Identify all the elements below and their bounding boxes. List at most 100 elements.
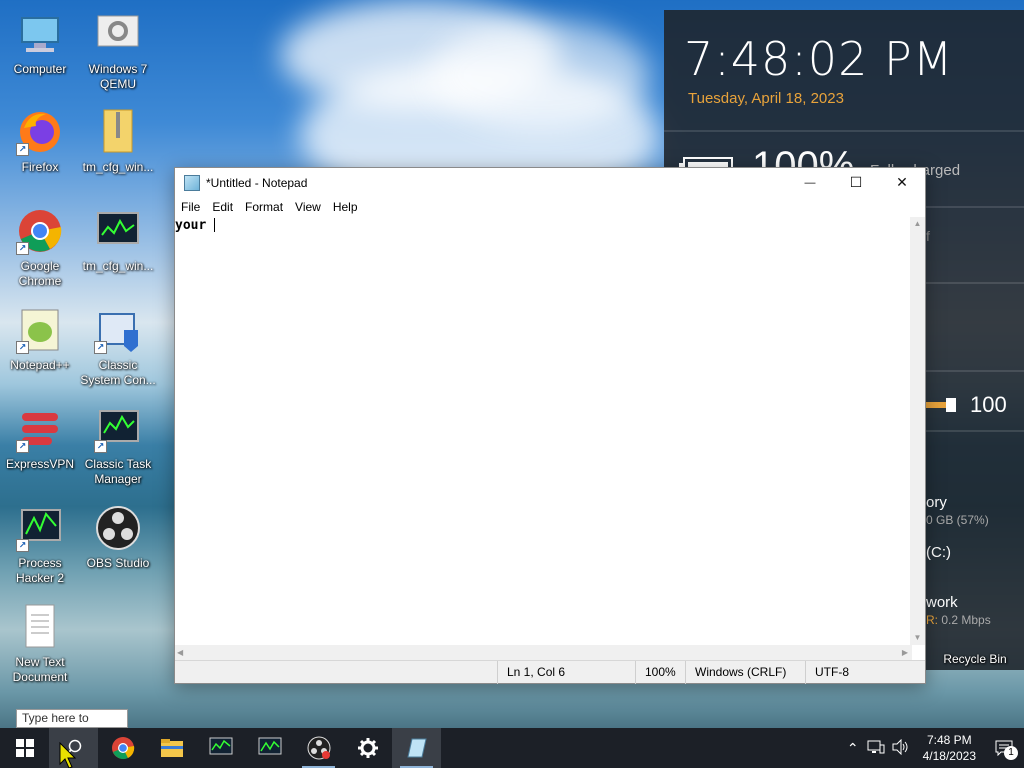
scroll-up-icon[interactable]: ▲ — [910, 217, 925, 231]
network-speed: 0.2 Mbps — [938, 613, 991, 627]
menu-help[interactable]: Help — [327, 200, 364, 214]
disk-title: (C:) — [926, 544, 951, 561]
folder-icon — [160, 739, 183, 757]
task-manager-icon — [209, 737, 232, 755]
text-document-icon — [16, 603, 64, 651]
start-button[interactable] — [0, 728, 49, 768]
obs-studio-icon — [94, 504, 142, 552]
network-detail: R: 0.2 Mbps — [926, 613, 991, 627]
desktop-icon-label: Firefox — [21, 160, 59, 174]
scroll-right-icon[interactable]: ▶ — [902, 645, 908, 660]
memory-detail: 0 GB (57%) — [926, 513, 989, 527]
desktop-icon-label: Computer — [13, 62, 67, 76]
network-prefix: R: — [926, 613, 938, 627]
window-title: *Untitled - Notepad — [206, 175, 308, 190]
memory-title: ory — [926, 494, 947, 511]
menu-format[interactable]: Format — [239, 200, 289, 214]
desktop-icon-label: Recycle Bin — [943, 652, 1007, 666]
zip-folder-icon — [94, 108, 142, 156]
desktop-icon-google-chrome[interactable]: ↗ Google Chrome — [0, 207, 80, 289]
status-bar: Ln 1, Col 6 100% Windows (CRLF) UTF-8 — [175, 660, 925, 684]
taskbar-chrome[interactable] — [98, 728, 147, 768]
process-hacker-icon: ↗ — [16, 504, 64, 552]
network-icon[interactable] — [863, 739, 889, 758]
computer-icon — [16, 10, 64, 58]
desktop-icon-windows7-qemu[interactable]: Windows 7 QEMU — [78, 10, 158, 92]
vertical-scrollbar[interactable]: ▲ ▼ — [910, 217, 925, 645]
taskbar-notepad[interactable] — [392, 728, 441, 768]
menu-file[interactable]: File — [175, 200, 206, 214]
minimize-icon: — — [804, 176, 816, 189]
menu-view[interactable]: View — [289, 200, 327, 214]
scroll-left-icon[interactable]: ◀ — [177, 645, 183, 660]
search-button[interactable] — [49, 728, 98, 768]
desktop-icon-computer[interactable]: Computer — [0, 10, 80, 77]
task-manager-icon: ↗ — [94, 405, 142, 453]
horizontal-scrollbar[interactable]: ◀ ▶ — [175, 645, 912, 660]
status-zoom: 100% — [635, 661, 676, 684]
desktop-icon-label: Process Hacker 2 — [15, 556, 65, 585]
desktop-icon-label: Windows 7 QEMU — [88, 62, 148, 91]
taskbar-settings[interactable] — [343, 728, 392, 768]
notification-count-badge: 1 — [1004, 746, 1018, 760]
minimize-button[interactable]: — — [787, 168, 833, 197]
desktop-icon-notepad-plus-plus[interactable]: ↗ Notepad++ — [0, 306, 80, 373]
scroll-down-icon[interactable]: ▼ — [910, 631, 925, 645]
text-editor[interactable]: your — [175, 217, 912, 645]
taskbar-file-explorer[interactable] — [147, 728, 196, 768]
obs-studio-icon — [307, 736, 330, 760]
taskbar: ⌃ 7:48 PM 4/18/2023 1 — [0, 728, 1024, 768]
volume-thumb — [946, 398, 956, 412]
chevron-up-icon[interactable]: ⌃ — [843, 740, 863, 757]
widget-partial-text: f — [926, 228, 930, 244]
maximize-icon: ☐ — [849, 174, 863, 190]
speaker-icon[interactable] — [889, 738, 915, 758]
volume-fill — [926, 402, 946, 408]
chrome-icon: ↗ — [16, 207, 64, 255]
clock-time: 7:48 PM — [926, 733, 972, 747]
desktop-icon-firefox[interactable]: ↗ Firefox — [0, 108, 80, 175]
taskbar-classic-task-manager[interactable] — [245, 728, 294, 768]
desktop-icon-tm-cfg-monitor[interactable]: tm_cfg_win... — [78, 207, 158, 274]
desktop-icon-obs-studio[interactable]: OBS Studio — [78, 504, 158, 571]
status-line-endings: Windows (CRLF) — [685, 661, 786, 684]
taskbar-task-manager[interactable] — [196, 728, 245, 768]
gear-window-icon — [94, 10, 142, 58]
firefox-icon: ↗ — [16, 108, 64, 156]
expressvpn-icon: ↗ — [16, 405, 64, 453]
menu-edit[interactable]: Edit — [206, 200, 239, 214]
taskbar-clock[interactable]: 7:48 PM 4/18/2023 — [915, 732, 984, 764]
search-input[interactable]: Type here to search — [16, 709, 128, 742]
notification-button[interactable]: 1 — [984, 728, 1024, 768]
widget-date: Tuesday, April 18, 2023 — [688, 90, 844, 107]
desktop-icon-label: tm_cfg_win... — [82, 259, 154, 273]
desktop-icon-label: tm_cfg_win... — [82, 160, 154, 174]
volume-slider[interactable] — [926, 398, 956, 412]
desktop-icon-label: New Text Document — [12, 655, 68, 684]
notepad-window[interactable]: *Untitled - Notepad — ☐ ✕ File Edit Form… — [174, 167, 926, 684]
monitor-graph-icon — [94, 207, 142, 255]
desktop-icon-tm-cfg-zip[interactable]: tm_cfg_win... — [78, 108, 158, 175]
desktop-icon-label: Google Chrome — [18, 259, 62, 288]
desktop-icon-recycle-bin[interactable]: Recycle Bin — [934, 652, 1016, 666]
desktop-icon-process-hacker[interactable]: ↗ Process Hacker 2 — [0, 504, 80, 586]
desktop-icon-classic-task-manager[interactable]: ↗ Classic Task Manager — [78, 405, 158, 487]
desktop-icon-new-text-document[interactable]: New Text Document — [0, 603, 80, 685]
menu-bar: File Edit Format View Help — [175, 197, 925, 217]
taskbar-obs-studio[interactable] — [294, 728, 343, 768]
maximize-button[interactable]: ☐ — [833, 168, 879, 197]
close-button[interactable]: ✕ — [879, 168, 925, 197]
desktop-icon-expressvpn[interactable]: ↗ ExpressVPN — [0, 405, 80, 472]
notepad-icon — [406, 738, 427, 758]
gear-icon — [357, 738, 378, 758]
network-title: work — [926, 594, 958, 611]
desktop-icon-classic-system-config[interactable]: ↗ Classic System Con... — [78, 306, 158, 388]
editor-content: your — [175, 218, 215, 233]
widget-time: 7:48:02 PM — [684, 32, 954, 86]
volume-value: 100 — [970, 392, 1007, 417]
desktop-icon-label: Classic System Con... — [80, 358, 156, 387]
desktop-icon-label: Notepad++ — [10, 358, 70, 372]
text-cursor — [214, 217, 216, 232]
system-tray: ⌃ 7:48 PM 4/18/2023 1 — [843, 728, 1024, 768]
notepad-plus-plus-icon: ↗ — [16, 306, 64, 354]
